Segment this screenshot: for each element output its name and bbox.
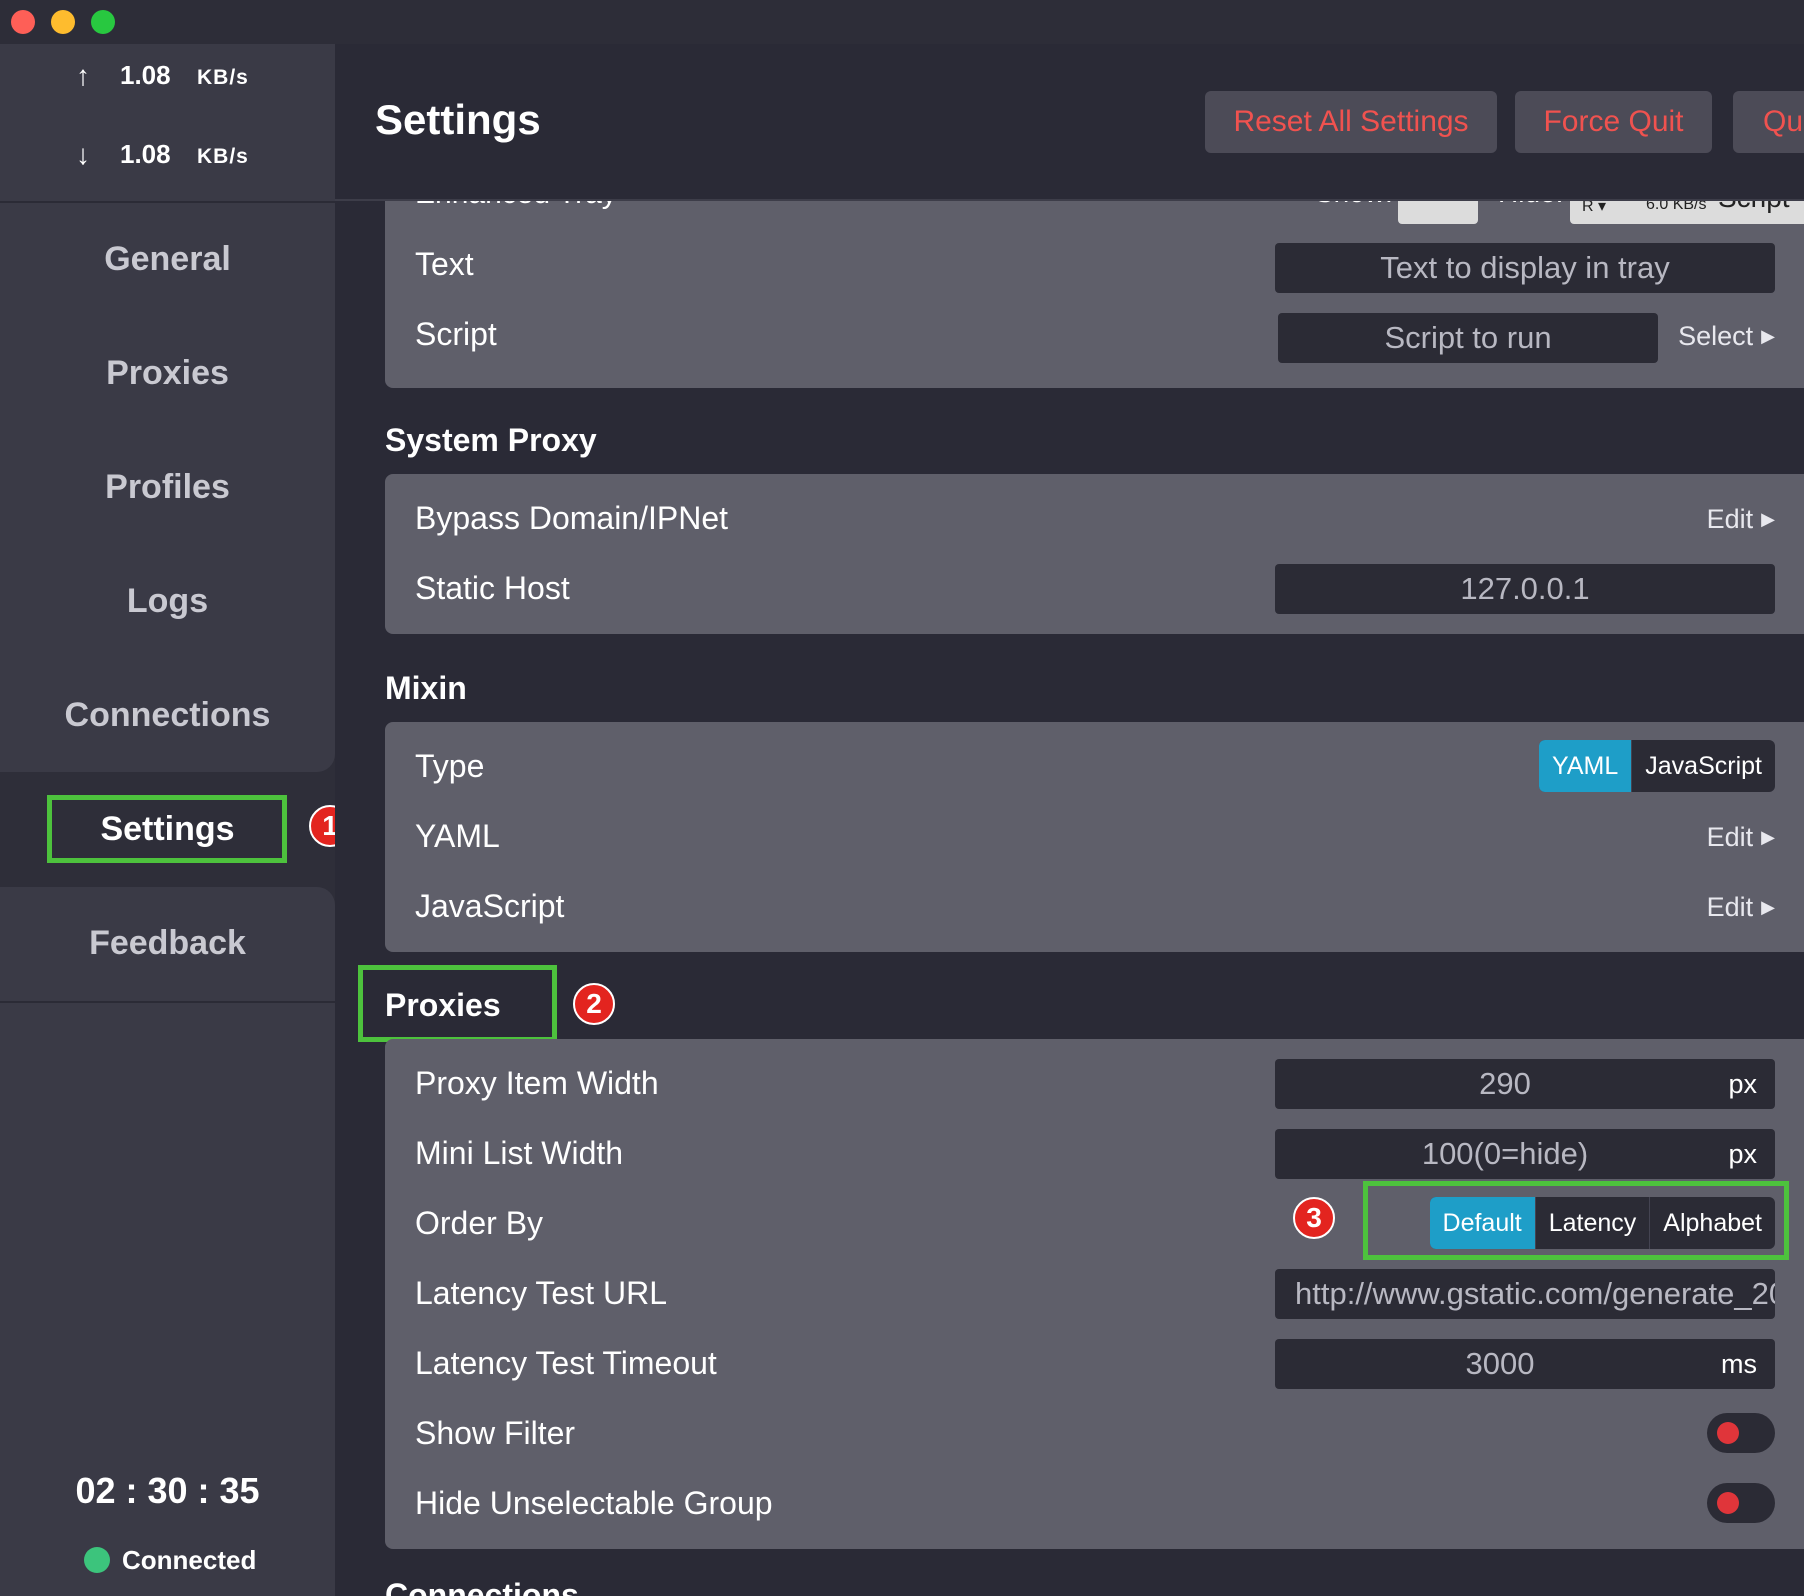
edit-label: Edit [1706,892,1754,922]
hide-unselectable-group-label: Hide Unselectable Group [415,1485,773,1521]
caret-right-icon: ▶ [1761,897,1775,917]
quit-button[interactable]: Quit [1733,91,1804,153]
sidebar-divider-bottom [0,1001,335,1003]
connection-status: Connected [84,1540,256,1580]
mixin-type-javascript-option[interactable]: JavaScript [1631,740,1775,792]
toggle-knob [1717,1492,1739,1514]
mini-list-width-input[interactable]: 100(0=hide) px [1275,1129,1775,1179]
system-proxy-card: Bypass Domain/IPNet Edit ▶ Static Host 1… [385,474,1804,634]
tray-script-select-link[interactable]: Select ▶ [1678,321,1775,352]
caret-right-icon: ▶ [1761,827,1775,847]
proxy-item-width-unit: px [1728,1068,1757,1099]
page-title: Settings [375,96,541,143]
force-quit-button[interactable]: Force Quit [1515,91,1712,153]
settings-main: Settings Reset All Settings Force Quit Q… [335,44,1804,1596]
toggle-knob [1717,1422,1739,1444]
upload-arrow-icon: ↑ [76,60,90,91]
connections-heading: Connections [385,1577,579,1596]
show-filter-label: Show Filter [415,1415,576,1451]
select-label: Select [1678,321,1754,351]
bypass-edit-link[interactable]: Edit ▶ [1707,504,1775,535]
mixin-yaml-edit-link[interactable]: Edit ▶ [1707,822,1775,853]
upload-speed-value: 1.08 [120,60,171,90]
connection-status-label: Connected [122,1544,257,1575]
mixin-type-segmented[interactable]: YAML JavaScript [1539,740,1775,792]
download-speed-unit: KB/s [197,145,249,168]
mixin-javascript-edit-link[interactable]: Edit ▶ [1707,892,1775,923]
caret-right-icon: ▶ [1761,326,1775,346]
annotation-badge-2: 2 [573,983,615,1025]
mixin-type-label: Type [415,748,485,784]
settings-scroll-area[interactable]: Enhanced Tray Show: Hide: R ▾ 6.0 KB/s S… [335,163,1804,1596]
nav-item-connections[interactable]: Connections [0,675,335,755]
close-window-button[interactable] [11,10,35,34]
latency-test-timeout-value: 3000 [1465,1346,1535,1381]
highlight-proxies-heading [358,965,557,1042]
connected-dot-icon [84,1547,110,1573]
download-speed-value: 1.08 [120,139,171,169]
proxy-item-width-input[interactable]: 290 px [1275,1059,1775,1109]
highlight-order-by [1363,1181,1789,1260]
mixin-javascript-label: JavaScript [415,888,565,924]
system-proxy-heading: System Proxy [385,422,597,458]
static-host-input[interactable]: 127.0.0.1 [1275,564,1775,614]
sidebar: ↑ 1.08 KB/s ↓ 1.08 KB/s General Proxies … [0,44,351,1596]
static-host-label: Static Host [415,570,570,606]
caret-right-icon: ▶ [1761,509,1775,529]
upload-speed: ↑ 1.08 KB/s [0,56,335,96]
mixin-type-yaml-option[interactable]: YAML [1539,740,1632,792]
tray-script-input[interactable]: Script to run [1278,313,1658,363]
nav-item-general[interactable]: General [0,219,335,299]
order-by-label: Order By [415,1205,544,1241]
latency-test-timeout-input[interactable]: 3000 ms [1275,1339,1775,1389]
proxies-card: Proxy Item Width 290 px Mini List Width … [385,1039,1804,1549]
hide-unselectable-group-toggle[interactable] [1707,1483,1775,1523]
mixin-heading: Mixin [385,670,467,706]
tray-script-label: Script [415,316,497,352]
latency-test-timeout-label: Latency Test Timeout [415,1345,717,1381]
uptime-timer: 02 : 30 : 35 [75,1470,260,1511]
nav-item-profiles[interactable]: Profiles [0,447,335,527]
nav-item-logs[interactable]: Logs [0,561,335,641]
window-titlebar [0,0,1804,44]
nav-item-proxies[interactable]: Proxies [0,333,335,413]
mini-list-width-label: Mini List Width [415,1135,624,1171]
latency-test-url-input[interactable]: http://www.gstatic.com/generate_204 [1275,1269,1775,1319]
reset-all-settings-button[interactable]: Reset All Settings [1205,91,1497,153]
tray-text-input[interactable]: Text to display in tray [1275,243,1775,293]
bypass-label: Bypass Domain/IPNet [415,500,729,536]
mixin-yaml-label: YAML [415,818,500,854]
nav-item-feedback[interactable]: Feedback [0,903,335,983]
download-arrow-icon: ↓ [76,139,90,170]
edit-label: Edit [1706,822,1754,852]
settings-header: Settings Reset All Settings Force Quit Q… [335,44,1804,201]
highlight-settings-nav [47,795,287,863]
sidebar-divider [0,201,335,203]
latency-test-url-label: Latency Test URL [415,1275,667,1311]
latency-test-timeout-unit: ms [1721,1348,1757,1379]
download-speed: ↓ 1.08 KB/s [0,135,335,175]
upload-speed-unit: KB/s [197,66,249,89]
sidebar-top-panel: ↑ 1.08 KB/s ↓ 1.08 KB/s General Proxies … [0,44,335,772]
tray-text-label: Text [415,246,474,282]
mini-list-width-placeholder: 100(0=hide) [1421,1136,1589,1171]
proxy-item-width-value: 290 [1479,1066,1531,1101]
edit-label: Edit [1706,504,1754,534]
minimize-window-button[interactable] [51,10,75,34]
mixin-card: Type YAML JavaScript YAML Edit ▶ JavaScr… [385,722,1804,952]
proxy-item-width-label: Proxy Item Width [415,1065,659,1101]
show-filter-toggle[interactable] [1707,1413,1775,1453]
maximize-window-button[interactable] [91,10,115,34]
annotation-badge-3: 3 [1293,1197,1335,1239]
mini-list-width-unit: px [1728,1138,1757,1169]
